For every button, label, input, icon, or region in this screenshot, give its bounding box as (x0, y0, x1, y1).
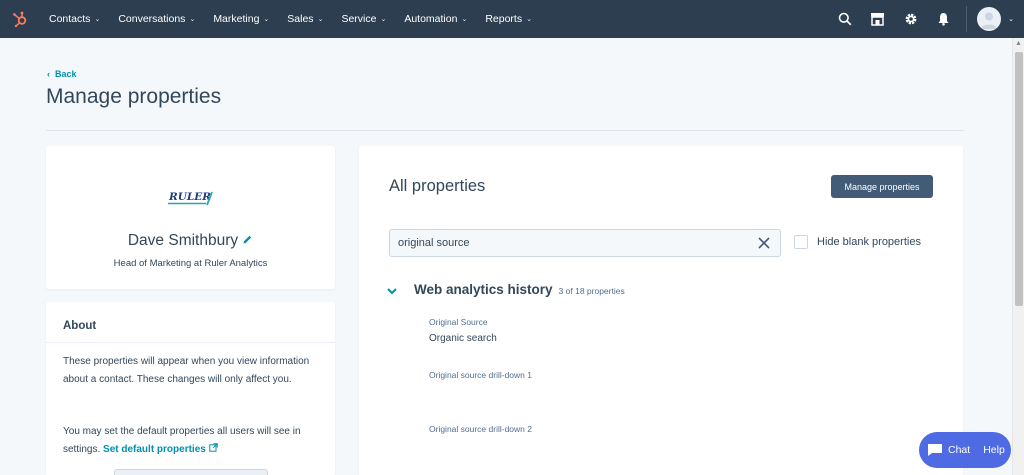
chat-help-widget[interactable]: Chat Help (919, 432, 1011, 468)
back-link[interactable]: ‹ Back (47, 69, 77, 79)
nav-marketing[interactable]: Marketing ⌄ (204, 0, 278, 38)
clear-search-icon[interactable] (757, 236, 771, 250)
manage-properties-button[interactable]: Manage properties (831, 175, 933, 198)
top-nav: Contacts ⌄ Conversations ⌄ Marketing ⌄ Sale… (0, 0, 1024, 38)
page-scrollbar[interactable]: ▲ (1012, 38, 1024, 475)
hide-blank-label[interactable]: Hide blank properties (817, 236, 921, 248)
nav-reports[interactable]: Reports ⌄ (476, 0, 541, 38)
property-label: Original Source (429, 317, 488, 327)
about-title: About (63, 320, 97, 332)
nav-label: Automation (404, 13, 458, 25)
scroll-thumb[interactable] (1015, 52, 1023, 306)
nav-label: Marketing (213, 13, 260, 25)
divider (46, 130, 964, 131)
help-label[interactable]: Help (983, 444, 1005, 456)
about-default-note: You may set the default properties all u… (63, 423, 328, 459)
chevron-down-icon: ⌄ (263, 16, 270, 23)
nav-label: Sales (287, 13, 314, 25)
contact-role: Head of Marketing at Ruler Analytics (113, 258, 268, 269)
settings-gear-icon[interactable] (894, 0, 927, 38)
chevron-down-icon: ⌄ (461, 16, 468, 23)
section-group-title: Web analytics history (414, 282, 553, 297)
about-button-partial[interactable] (114, 469, 268, 475)
contact-name: Dave Smithbury (46, 232, 335, 250)
nav-label: Contacts (49, 13, 91, 25)
chevron-down-icon: ⌄ (317, 16, 324, 23)
hide-blank-checkbox[interactable] (794, 235, 808, 249)
nav-label: Conversations (118, 13, 186, 25)
nav-sales[interactable]: Sales ⌄ (278, 0, 332, 38)
contact-name-text: Dave Smithbury (127, 232, 239, 250)
chevron-down-icon: ⌄ (380, 16, 387, 23)
marketplace-icon[interactable] (861, 0, 894, 38)
nav-automation[interactable]: Automation ⌄ (395, 0, 476, 38)
set-default-properties-link[interactable]: Set default properties (103, 443, 218, 455)
property-label: Original source drill-down 1 (429, 370, 532, 380)
company-logo: RULER (166, 187, 216, 209)
section-title: All properties (389, 177, 486, 195)
user-avatar[interactable] (977, 7, 1002, 31)
property-label: Original source drill-down 2 (429, 424, 532, 434)
link-label: Set default properties (103, 444, 206, 455)
nav-contacts[interactable]: Contacts ⌄ (40, 0, 109, 38)
back-label: Back (55, 69, 77, 79)
chevron-down-icon[interactable]: ⌄ (1008, 15, 1014, 23)
property-value[interactable]: Organic search (429, 333, 497, 344)
chat-label[interactable]: Chat (948, 444, 970, 456)
nav-label: Service (341, 13, 377, 25)
hubspot-logo-icon[interactable] (0, 0, 40, 38)
all-properties-card: All properties Manage properties origina… (359, 146, 963, 475)
search-value: original source (398, 237, 470, 249)
web-analytics-section-header[interactable]: Web analytics history 3 of 18 properties (386, 282, 625, 297)
nav-divider (966, 6, 968, 32)
search-icon[interactable] (828, 0, 861, 38)
chevron-down-icon[interactable] (386, 284, 398, 296)
external-link-icon (208, 443, 218, 452)
edit-pencil-icon[interactable] (242, 232, 253, 250)
property-count: 3 of 18 properties (558, 286, 625, 296)
about-card: About These properties will appear when … (46, 302, 335, 475)
chevron-down-icon: ⌄ (526, 16, 532, 23)
nav-conversations[interactable]: Conversations ⌄ (109, 0, 204, 38)
svg-text:RULER: RULER (168, 191, 211, 203)
nav-service[interactable]: Service ⌄ (332, 0, 395, 38)
chevron-left-icon: ‹ (47, 69, 50, 79)
chat-bubble-icon (927, 443, 943, 457)
nav-label: Reports (485, 13, 523, 25)
chevron-down-icon: ⌄ (189, 16, 196, 23)
notifications-bell-icon[interactable] (927, 0, 960, 38)
chevron-down-icon: ⌄ (94, 16, 101, 23)
property-search-input[interactable]: original source (389, 229, 781, 257)
divider (46, 342, 335, 343)
page-title: Manage properties (46, 85, 222, 108)
scroll-up-arrow-icon[interactable]: ▲ (1015, 40, 1022, 47)
about-description: These properties will appear when you vi… (63, 356, 310, 385)
contact-profile-card: RULER Dave Smithbury Head of Marketing a… (46, 146, 335, 289)
